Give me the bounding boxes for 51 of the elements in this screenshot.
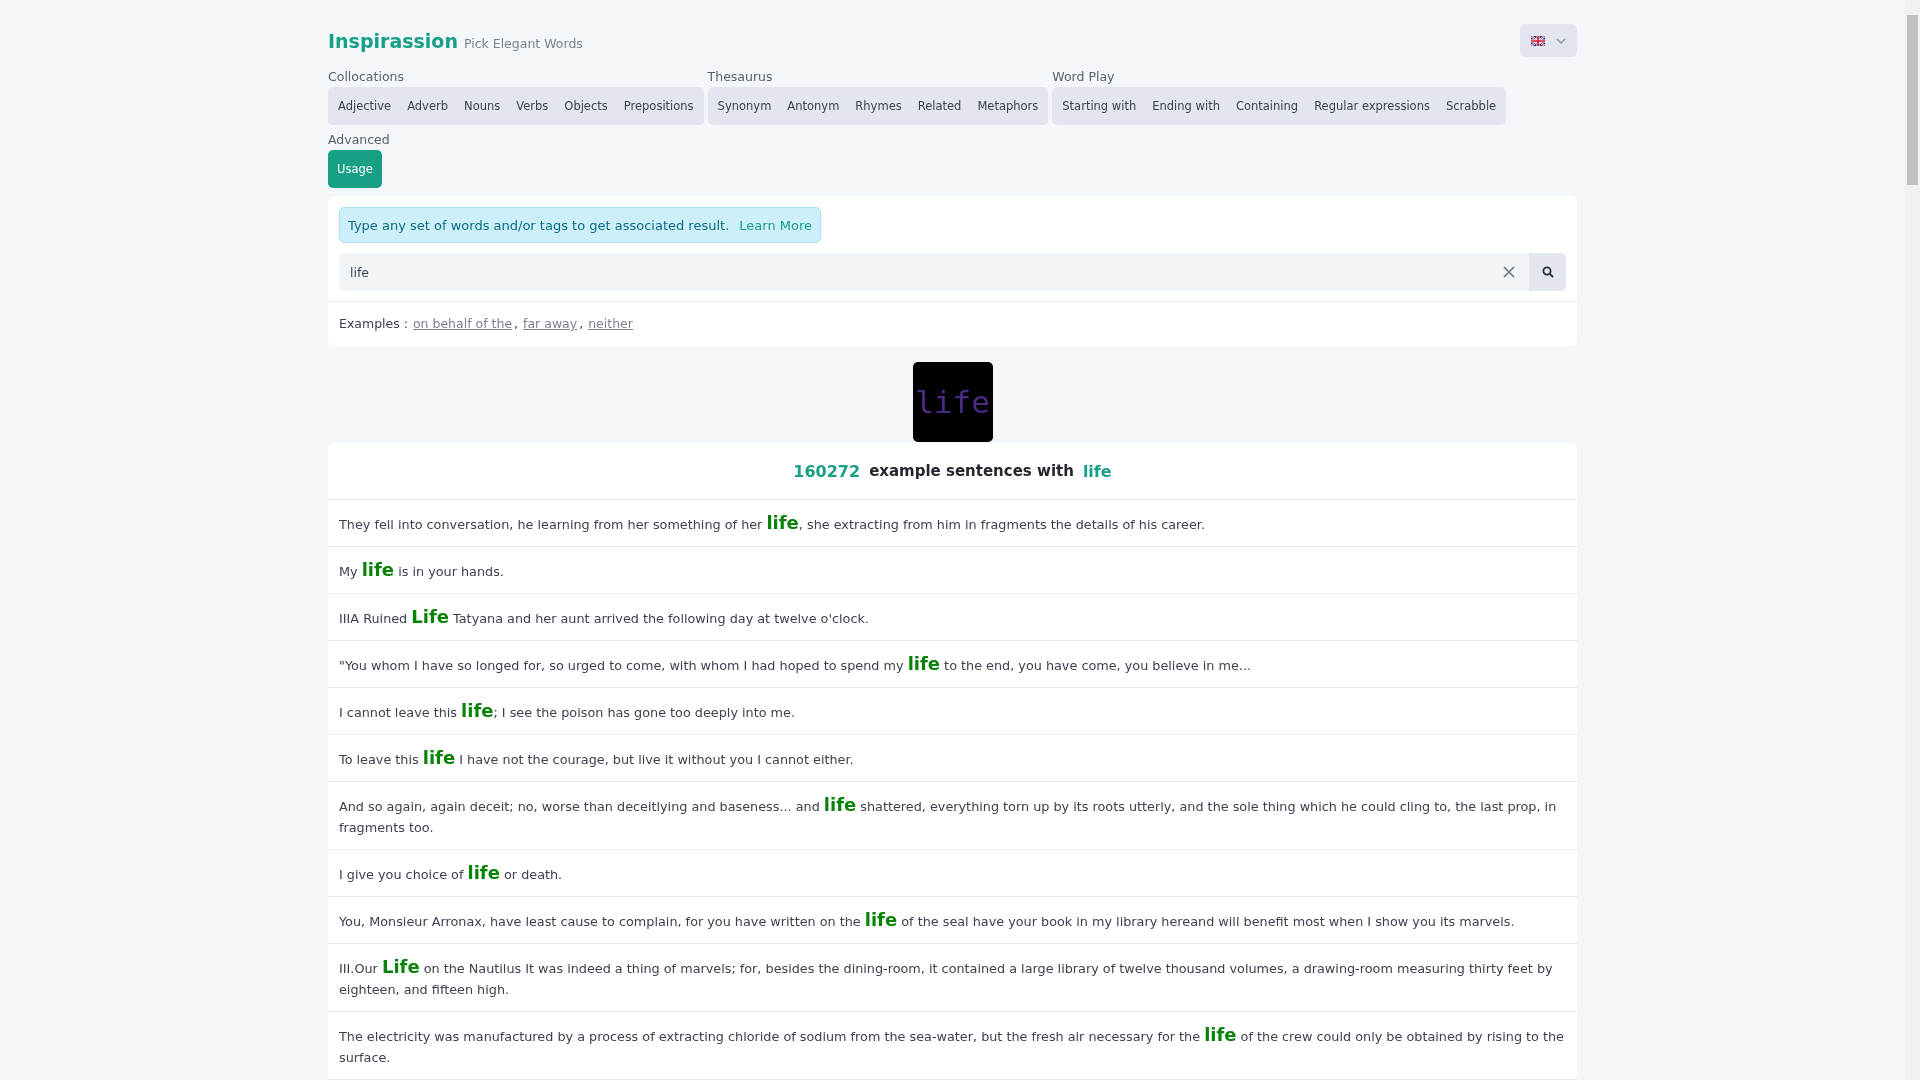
example-sentence: They fell into conversation, he learning from her something of her life, she extracting from him in fragments the details of his career. (339, 512, 1206, 535)
tab[interactable]: Ending with (1144, 87, 1228, 125)
word-image: life (912, 362, 993, 442)
example-sentence: I give you choice of life or death. (339, 862, 564, 885)
result-count: 160272 (793, 461, 861, 481)
example-sentence: My life is in your hands. (339, 559, 505, 582)
tab[interactable]: Verbs (508, 87, 557, 125)
tab[interactable]: Related (909, 87, 970, 125)
example-sentence: "You whom I have so longed for, so urged to come, with whom I had hoped to spend my life to the end, you have come, you believe in me... (339, 653, 1253, 676)
tab[interactable]: Scrabble (1437, 87, 1505, 125)
example-sentence: You, Monsieur Arronax, have least cause to complain, for you have written on the life of the seal have your book in my library hereand will benefit most when I show you its marvels. (339, 909, 1516, 932)
group-label: Collocations (328, 69, 405, 84)
tab[interactable]: Prepositions (615, 87, 702, 125)
scrollbar[interactable] (1905, 0, 1920, 1080)
tagline: Pick Elegant Words (463, 35, 583, 51)
info-text: Type any set of words and/or tags to get associated result. (348, 217, 730, 233)
tab[interactable]: Antonym (779, 87, 848, 125)
example-sentence: III.Our Life on the Nautilus It was indeed a thing of marvels; for, besides the dining-room, it contained a large library of twelve thousand volumes, a drawing-room measuring thirty feet by eighteen, and fifteen high. (339, 956, 1554, 999)
example-link[interactable]: far away (523, 316, 578, 331)
example-link[interactable]: on behalf of the (412, 316, 513, 331)
example-sentence: The electricity was manufactured by a process of extracting chloride of sodium from the sea-water, but the fresh air necessary for the life of the crew could only be obtained by rising to the surface. (339, 1024, 1565, 1067)
tab[interactable]: Objects (556, 87, 616, 125)
group-label: Thesaurus (707, 69, 774, 84)
chevron-down-icon (1556, 37, 1566, 44)
results-heading: example sentences with (869, 462, 1074, 480)
tab[interactable]: Adverb (399, 87, 457, 125)
search-icon (1541, 266, 1554, 278)
tab[interactable]: Starting with (1054, 87, 1145, 125)
example-sentence: And so again, again deceit; no, worse than deceitlying and baseness... and life shattered, everything torn up by its roots utterly, and the sole thing which he could cling to, the last prop, in fragments too. (339, 794, 1558, 837)
search-button[interactable] (1529, 253, 1566, 291)
tab[interactable]: Nouns (456, 87, 509, 125)
example-sentence: To leave this life I have not the courage, but live it without you I cannot either. (339, 747, 855, 770)
tab[interactable]: Containing (1227, 87, 1307, 125)
tab[interactable]: Adjective (330, 87, 400, 125)
examples-label: Examples : (339, 316, 408, 331)
tab[interactable]: Synonym (709, 87, 780, 125)
search-field[interactable]: life (339, 253, 1529, 291)
flag-icon (1531, 35, 1545, 46)
search-word: life (1082, 461, 1112, 481)
tab[interactable]: Metaphors (969, 87, 1047, 125)
separator-text: , (579, 316, 584, 331)
close-icon[interactable] (1503, 266, 1515, 278)
separator-text: , (514, 316, 519, 331)
example-sentence: I cannot leave this life; I see the poison has gone too deeply into me. (339, 700, 797, 723)
group-label: Advanced (328, 132, 391, 147)
tab[interactable]: Rhymes (847, 87, 910, 125)
example-sentence: IIIA Ruined Life Tatyana and her aunt arrived the following day at twelve o'clock. (339, 606, 870, 629)
example-link[interactable]: neither (588, 316, 633, 331)
language-button[interactable] (1520, 24, 1577, 57)
tab[interactable]: Regular expressions (1306, 87, 1438, 125)
group-label: Word Play (1052, 69, 1116, 84)
